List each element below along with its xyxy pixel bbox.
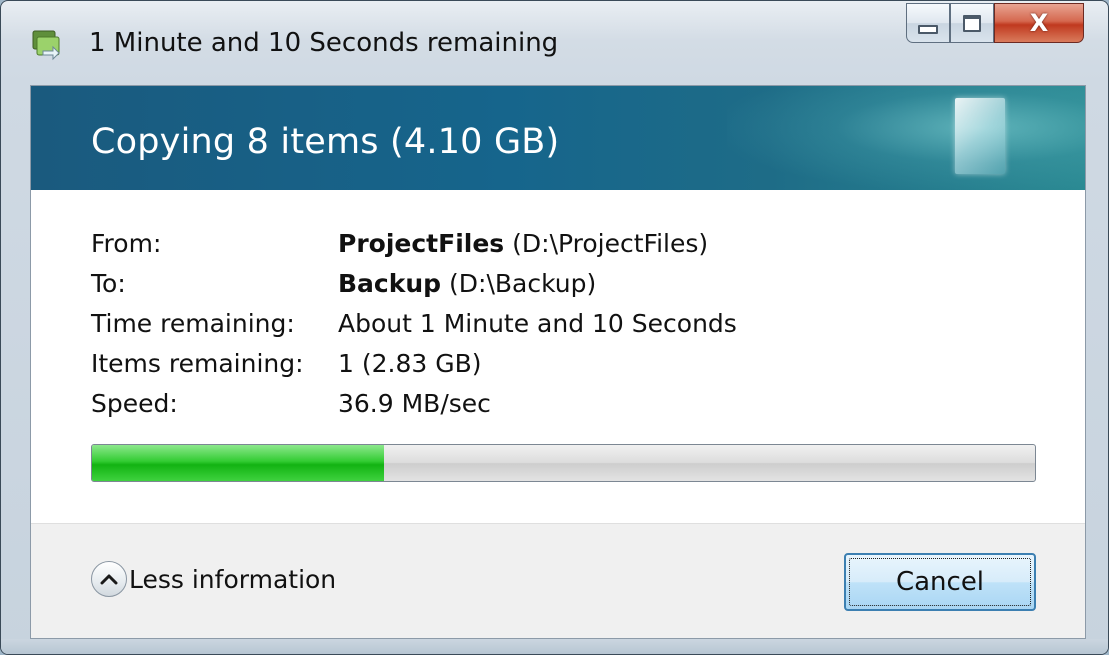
from-folder-name[interactable]: ProjectFiles [338, 229, 504, 258]
header-band: Copying 8 items (4.10 GB) [31, 86, 1085, 190]
items-remaining-label: Items remaining: [91, 349, 304, 378]
from-folder-path: (D:\ProjectFiles) [512, 229, 709, 258]
dialog-footer: Less information Cancel [31, 523, 1085, 638]
to-value: Backup (D:\Backup) [338, 264, 596, 304]
window-controls: X [906, 3, 1084, 45]
time-remaining-label: Time remaining: [91, 309, 295, 338]
to-folder-path: (D:\Backup) [449, 269, 597, 298]
less-information-toggle[interactable]: Less information [91, 561, 336, 597]
header-glow [727, 86, 1085, 190]
maximize-icon [963, 14, 981, 32]
maximize-button[interactable] [950, 3, 994, 43]
speed-value: 36.9 MB/sec [338, 389, 491, 418]
cancel-label: Cancel [895, 567, 985, 597]
cancel-button[interactable]: Cancel [844, 553, 1036, 611]
to-folder-name[interactable]: Backup [338, 269, 441, 298]
window-title: 1 Minute and 10 Seconds remaining [89, 28, 559, 58]
to-label: To: [91, 269, 126, 298]
window-bottom-border [1, 639, 1108, 654]
items-remaining-value: 1 (2.83 GB) [338, 349, 482, 378]
document-icon [955, 98, 1005, 174]
chevron-up-icon [91, 561, 127, 597]
close-icon: X [1029, 9, 1049, 37]
dialog-content: Copying 8 items (4.10 GB) From: ProjectF… [30, 85, 1086, 639]
speed-label: Speed: [91, 389, 178, 418]
time-remaining-value: About 1 Minute and 10 Seconds [338, 309, 737, 338]
close-button[interactable]: X [994, 3, 1084, 43]
progress-fill [92, 445, 385, 481]
minimize-button[interactable] [906, 3, 950, 43]
title-bar[interactable]: 1 Minute and 10 Seconds remaining X [1, 1, 1108, 85]
minimize-icon [918, 24, 938, 34]
file-copy-icon [32, 30, 60, 61]
copy-summary-title: Copying 8 items (4.10 GB) [91, 122, 560, 162]
less-information-label: Less information [129, 564, 337, 594]
copy-progress-window: 1 Minute and 10 Seconds remaining X Copy… [0, 0, 1109, 655]
from-value: ProjectFiles (D:\ProjectFiles) [338, 224, 708, 264]
copy-progress-bar [91, 444, 1036, 482]
from-label: From: [91, 229, 162, 258]
